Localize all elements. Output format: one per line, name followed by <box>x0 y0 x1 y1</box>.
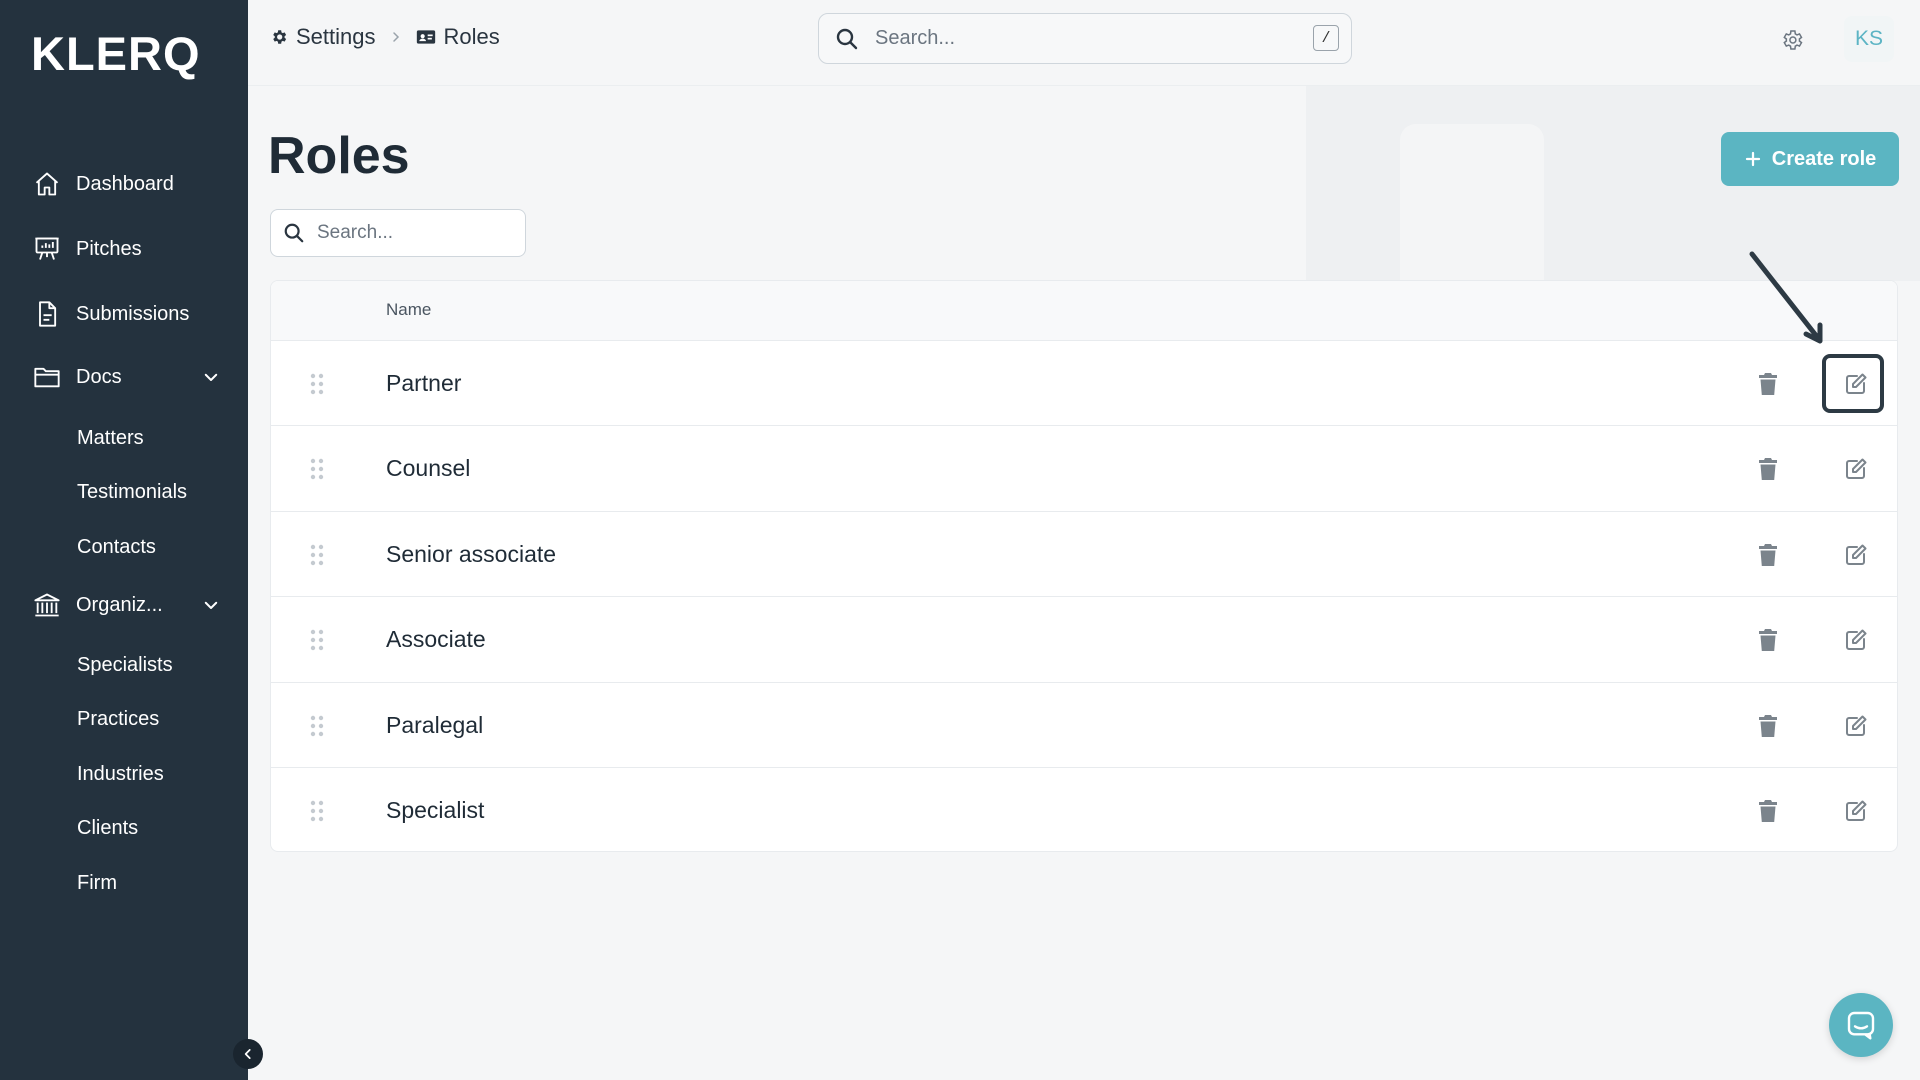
delete-icon[interactable] <box>1755 371 1781 397</box>
chevron-right-icon <box>390 31 402 43</box>
drag-handle-icon[interactable] <box>309 629 325 651</box>
search-shortcut-key: / <box>1313 25 1339 51</box>
edit-icon[interactable] <box>1841 540 1871 570</box>
sidebar-subitem-contacts[interactable]: Contacts <box>77 532 156 562</box>
breadcrumb-roles[interactable]: Roles <box>416 24 500 50</box>
sidebar-subitem-testimonials[interactable]: Testimonials <box>77 477 187 507</box>
table-row[interactable]: Associate <box>271 597 1897 683</box>
create-role-button[interactable]: Create role <box>1721 132 1899 186</box>
id-card-icon <box>416 30 435 44</box>
delete-icon[interactable] <box>1755 456 1781 482</box>
topbar: Settings Roles / KS <box>248 0 1920 86</box>
sidebar-subitem-matters[interactable]: Matters <box>77 423 144 453</box>
home-icon <box>32 169 62 199</box>
sidebar-item-pitches[interactable]: Pitches <box>32 229 222 269</box>
global-search[interactable]: / <box>818 13 1352 64</box>
breadcrumb: Settings Roles <box>270 24 500 50</box>
gear-icon <box>273 30 287 44</box>
drag-handle-icon[interactable] <box>309 715 325 737</box>
breadcrumb-settings[interactable]: Settings <box>270 24 376 50</box>
plus-icon <box>1744 150 1762 168</box>
roles-table: Name Partner Counsel Senior associate Assoc… <box>270 280 1898 852</box>
sidebar-item-label: Pitches <box>76 237 142 260</box>
chevron-down-icon[interactable] <box>200 366 222 388</box>
global-search-input[interactable] <box>875 27 1351 50</box>
table-row[interactable]: Senior associate <box>271 512 1897 598</box>
roles-search[interactable] <box>270 209 526 257</box>
drag-handle-icon[interactable] <box>309 458 325 480</box>
role-name: Associate <box>386 626 486 653</box>
search-icon <box>835 27 859 51</box>
gear-icon <box>1783 30 1803 50</box>
chat-button[interactable] <box>1829 993 1893 1057</box>
drag-handle-icon[interactable] <box>309 800 325 822</box>
document-icon <box>32 299 62 329</box>
sidebar-item-label: Submissions <box>76 302 190 325</box>
role-name: Senior associate <box>386 540 557 567</box>
sidebar-item-label: Organiz... <box>76 593 163 616</box>
bank-icon <box>32 590 62 620</box>
role-name: Specialist <box>386 796 485 823</box>
sidebar-subitem-clients[interactable]: Clients <box>77 813 138 843</box>
search-icon <box>283 222 305 244</box>
roles-search-input[interactable] <box>317 222 525 244</box>
edit-icon[interactable] <box>1841 625 1871 655</box>
sidebar-item-label: Docs <box>76 365 122 388</box>
user-avatar[interactable]: KS <box>1844 16 1894 62</box>
role-name: Paralegal <box>386 711 484 738</box>
folder-icon <box>32 362 62 392</box>
table-header: Name <box>271 281 1897 341</box>
drag-handle-icon[interactable] <box>309 373 325 395</box>
column-header-name[interactable]: Name <box>386 300 431 320</box>
page-title: Roles <box>268 127 410 185</box>
edit-icon[interactable] <box>1841 711 1871 741</box>
sidebar: KLERQ Dashboard Pitches Submissions Docs… <box>0 0 248 1080</box>
delete-icon[interactable] <box>1755 542 1781 568</box>
table-row[interactable]: Specialist <box>271 768 1897 851</box>
drag-handle-icon[interactable] <box>309 544 325 566</box>
delete-icon[interactable] <box>1755 713 1781 739</box>
chat-icon <box>1847 1011 1875 1040</box>
sidebar-collapse-button[interactable] <box>233 1039 263 1069</box>
breadcrumb-label: Roles <box>443 24 500 49</box>
sidebar-item-dashboard[interactable]: Dashboard <box>32 164 222 204</box>
sidebar-item-label: Dashboard <box>76 172 174 195</box>
sidebar-subitem-specialists[interactable]: Specialists <box>77 650 173 680</box>
create-role-label: Create role <box>1771 147 1877 170</box>
sidebar-item-organization[interactable]: Organiz... <box>32 585 222 625</box>
sidebar-item-docs[interactable]: Docs <box>32 357 222 397</box>
edit-icon[interactable] <box>1841 454 1871 484</box>
table-row[interactable]: Counsel <box>271 426 1897 512</box>
chevron-down-icon[interactable] <box>200 594 222 616</box>
role-name: Partner <box>386 370 462 396</box>
presentation-icon <box>32 234 62 264</box>
background-decoration <box>1400 124 1544 284</box>
app-logo[interactable]: KLERQ <box>31 26 201 81</box>
table-row[interactable]: Partner <box>271 341 1897 427</box>
sidebar-item-submissions[interactable]: Submissions <box>32 294 222 334</box>
settings-button[interactable] <box>1775 23 1809 57</box>
sidebar-subitem-practices[interactable]: Practices <box>77 704 159 734</box>
delete-icon[interactable] <box>1755 798 1781 824</box>
edit-icon[interactable] <box>1841 796 1871 826</box>
breadcrumb-label: Settings <box>296 24 376 49</box>
delete-icon[interactable] <box>1755 627 1781 653</box>
sidebar-subitem-firm[interactable]: Firm <box>77 868 117 898</box>
edit-icon[interactable] <box>1841 369 1871 399</box>
chevron-left-icon <box>244 1049 251 1059</box>
role-name: Counsel <box>386 455 471 482</box>
table-row[interactable]: Paralegal <box>271 683 1897 768</box>
sidebar-subitem-industries[interactable]: Industries <box>77 759 164 789</box>
